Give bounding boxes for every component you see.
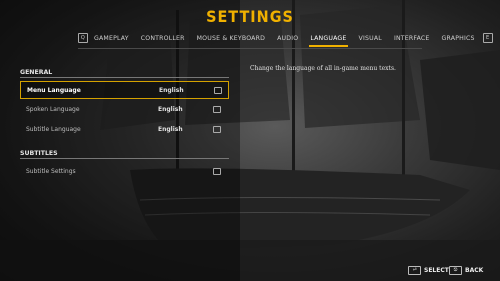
setting-value: English: [158, 125, 183, 133]
setting-row-spoken-language[interactable]: Spoken Language English: [20, 100, 229, 118]
tab-gameplay[interactable]: GAMEPLAY: [94, 33, 129, 44]
escape-key-icon: ⎋: [449, 266, 462, 275]
tab-audio[interactable]: AUDIO: [277, 33, 298, 44]
setting-label: Subtitle Settings: [26, 167, 76, 175]
section-divider: [20, 158, 229, 159]
setting-label: Menu Language: [27, 86, 81, 94]
tab-mouse-keyboard[interactable]: MOUSE & KEYBOARD: [197, 33, 265, 44]
tab-controller[interactable]: CONTROLLER: [141, 33, 185, 44]
back-label: BACK: [465, 267, 484, 274]
page-title: SETTINGS: [206, 7, 294, 26]
settings-tab-bar: Q GAMEPLAY CONTROLLER MOUSE & KEYBOARD A…: [78, 31, 493, 47]
setting-value: English: [159, 86, 184, 94]
dropdown-icon: [213, 105, 221, 113]
tab-divider: [78, 48, 422, 49]
prev-tab-key-icon[interactable]: Q: [78, 33, 88, 43]
setting-row-subtitle-settings[interactable]: Subtitle Settings: [20, 162, 229, 180]
section-subtitles-heading: SUBTITLES: [20, 150, 58, 157]
setting-label: Subtitle Language: [26, 125, 81, 133]
footer-back[interactable]: ⎋ BACK: [449, 266, 483, 275]
select-label: SELECT: [424, 267, 449, 274]
setting-label: Spoken Language: [26, 105, 80, 113]
section-general-heading: GENERAL: [20, 69, 53, 76]
tab-language[interactable]: LANGUAGE: [309, 33, 348, 47]
setting-description: Change the language of all in-game menu …: [250, 65, 396, 72]
dropdown-icon: [213, 125, 221, 133]
tab-visual[interactable]: VISUAL: [359, 33, 382, 44]
setting-row-menu-language[interactable]: Menu Language English: [20, 81, 229, 99]
next-tab-key-icon[interactable]: E: [482, 33, 493, 43]
dropdown-icon: [214, 86, 222, 94]
enter-key-icon: ⏎: [408, 266, 421, 275]
footer-select[interactable]: ⏎ SELECT: [408, 266, 449, 275]
tab-interface[interactable]: INTERFACE: [394, 33, 430, 44]
setting-row-subtitle-language[interactable]: Subtitle Language English: [20, 120, 229, 138]
setting-value: English: [158, 105, 183, 113]
open-submenu-icon: [213, 167, 221, 175]
tab-graphics[interactable]: GRAPHICS: [442, 33, 475, 44]
section-divider: [20, 77, 229, 78]
